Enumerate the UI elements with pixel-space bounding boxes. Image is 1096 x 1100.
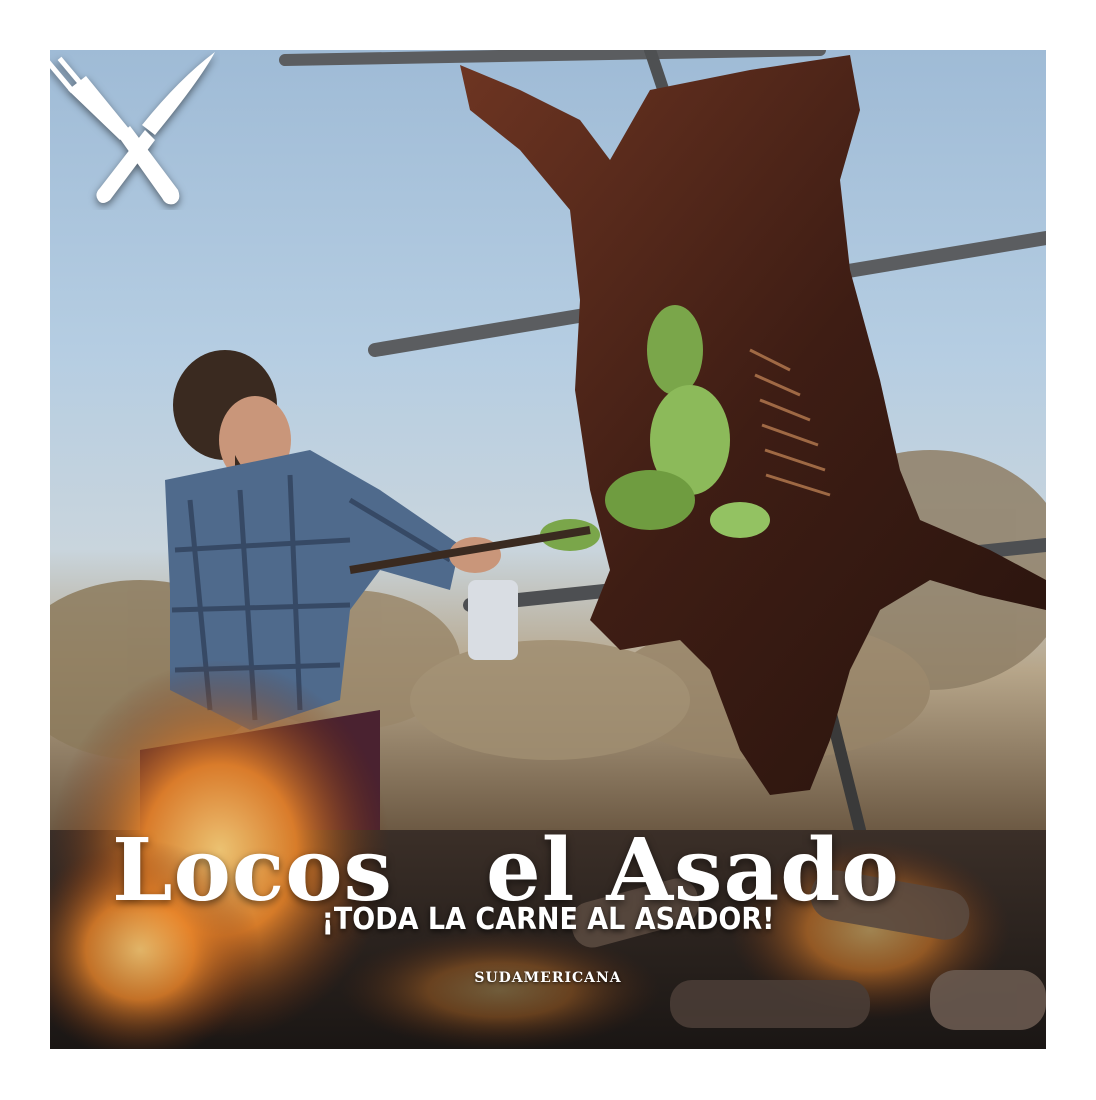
metal-mug xyxy=(468,580,518,660)
publisher-name: SUDAMERICANA xyxy=(474,970,622,986)
crossed-fork-knife-icon xyxy=(50,52,215,205)
book-cover: Locos el Asado ¡TODA LA CARNE AL ASADOR!… xyxy=(50,50,1046,1049)
book-tagline: ¡TODA LA CARNE AL ASADOR! xyxy=(321,902,775,937)
